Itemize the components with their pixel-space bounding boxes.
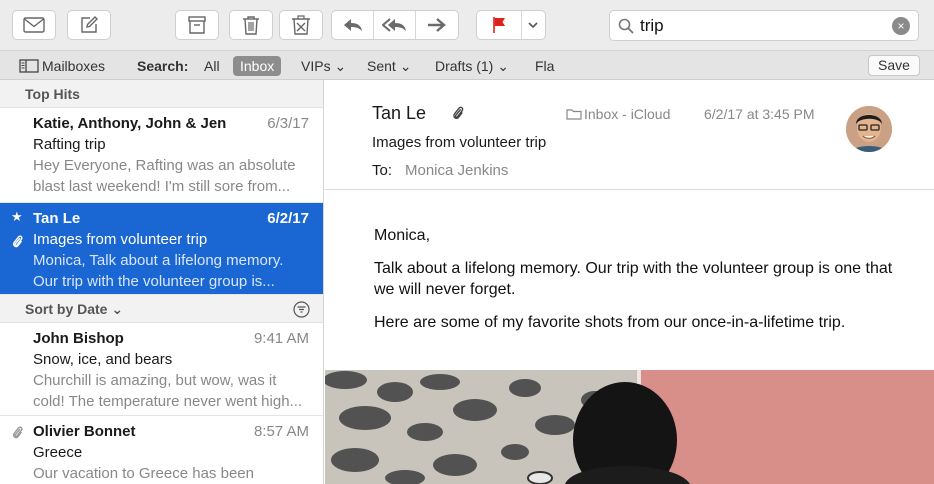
get-mail-button[interactable]: [12, 10, 56, 40]
scope-inbox[interactable]: Inbox: [233, 56, 282, 76]
flag-button[interactable]: [477, 11, 522, 39]
avatar: [846, 106, 892, 152]
archive-icon: [188, 16, 206, 34]
message-subject-header: Images from volunteer trip: [372, 134, 547, 151]
message-sender: Katie, Anthony, John & Jen: [33, 115, 227, 132]
archive-button[interactable]: [175, 10, 219, 40]
message-date: 9:41 AM: [253, 330, 309, 347]
reply-all-icon: [381, 18, 406, 32]
reply-icon: [343, 19, 362, 31]
message-row[interactable]: John Bishop 9:41 AM Snow, ice, and bears…: [0, 323, 323, 416]
top-hits-header: Top Hits: [0, 80, 323, 108]
top-hits-label: Top Hits: [25, 86, 80, 102]
message-preview: Churchill is amazing, but wow, was it co…: [33, 372, 303, 410]
body-paragraph: Talk about a lifelong memory. Our trip w…: [374, 260, 893, 298]
forward-button[interactable]: [416, 11, 458, 39]
to-label: To:: [372, 162, 393, 179]
message-row-selected[interactable]: ★ Tan Le 6/2/17 Images from volunteer tr…: [0, 203, 323, 295]
favorites-bar: Mailboxes Search: All Inbox VIPs ⌄ Sent …: [0, 50, 934, 80]
filter-icon[interactable]: [293, 301, 310, 318]
compose-button[interactable]: [67, 10, 111, 40]
compose-icon: [81, 16, 98, 33]
forward-icon: [428, 18, 446, 32]
message-sender: Olivier Bonnet: [33, 423, 136, 440]
folder-icon: [566, 109, 582, 120]
message-date: 8:57 AM: [253, 423, 309, 440]
message-sender: Tan Le: [33, 210, 81, 227]
message-preview: Monica, Talk about a lifelong memory. Ou…: [33, 252, 284, 290]
message-header: Tan Le Inbox - iCloud 6/2/17 at 3:45 PM …: [325, 80, 934, 190]
message-row[interactable]: Katie, Anthony, John & Jen 6/3/17 Raftin…: [0, 108, 323, 203]
attachment-icon[interactable]: [451, 105, 465, 121]
message-preview: Hey Everyone, Rafting was an absolute bl…: [33, 157, 296, 195]
mailboxes-label: Mailboxes: [42, 58, 106, 74]
envelope-icon: [23, 17, 45, 33]
trash-icon: [243, 16, 259, 35]
search-field[interactable]: trip ×: [609, 10, 919, 41]
greeting: Monica,: [374, 227, 431, 244]
message-viewer: Tan Le Inbox - iCloud 6/2/17 at 3:45 PM …: [325, 80, 934, 484]
sort-header: Sort by Date ⌄: [0, 295, 323, 323]
message-datetime: 6/2/17 at 3:45 PM: [704, 106, 815, 122]
search-input[interactable]: trip: [640, 16, 892, 36]
delete-button[interactable]: [229, 10, 273, 40]
attachment-icon: [12, 426, 23, 439]
mailboxes-button[interactable]: Mailboxes: [19, 56, 105, 76]
toolbar: trip ×: [0, 0, 934, 50]
message-preview: Our vacation to Greece has been: [33, 465, 254, 482]
attached-photo[interactable]: [325, 370, 934, 484]
recipient-name[interactable]: Monica Jenkins: [405, 162, 508, 179]
sort-by-date-menu[interactable]: Sort by Date ⌄: [25, 301, 123, 317]
mailbox-location: Inbox - iCloud: [584, 106, 671, 122]
star-icon: ★: [11, 209, 23, 224]
junk-icon: [292, 15, 310, 35]
clear-search-icon[interactable]: ×: [892, 16, 910, 35]
attachment-icon: [12, 235, 23, 248]
search-scope-label: Search:: [137, 58, 189, 74]
scope-flagged[interactable]: Fla: [535, 56, 554, 76]
search-icon: [618, 18, 634, 34]
scope-vips[interactable]: VIPs ⌄: [301, 56, 346, 76]
flag-menu-button[interactable]: [522, 11, 545, 39]
body-paragraph: Here are some of my favorite shots from …: [374, 314, 846, 331]
sidebar-icon: [19, 59, 39, 73]
reply-group: [331, 10, 459, 40]
message-subject: Rafting trip: [33, 136, 106, 153]
scope-all[interactable]: All: [204, 56, 220, 76]
junk-button[interactable]: [279, 10, 323, 40]
sender-name[interactable]: Tan Le: [372, 103, 426, 124]
flag-icon: [493, 17, 505, 33]
flag-group: [476, 10, 546, 40]
message-row[interactable]: Olivier Bonnet 8:57 AM Greece Our vacati…: [0, 416, 323, 484]
message-list: Top Hits Katie, Anthony, John & Jen 6/3/…: [0, 80, 324, 484]
reply-all-button[interactable]: [374, 11, 416, 39]
scope-drafts[interactable]: Drafts (1) ⌄: [435, 56, 509, 76]
message-date: 6/2/17: [267, 210, 309, 227]
reply-button[interactable]: [332, 11, 374, 39]
message-sender: John Bishop: [33, 330, 124, 347]
message-subject: Snow, ice, and bears: [33, 351, 173, 368]
scope-sent[interactable]: Sent ⌄: [367, 56, 411, 76]
message-subject: Greece: [33, 444, 83, 461]
message-subject: Images from volunteer trip: [33, 231, 208, 248]
message-body: Monica, Talk about a lifelong memory. Ou…: [374, 225, 914, 333]
message-date: 6/3/17: [267, 115, 309, 132]
save-search-button[interactable]: Save: [868, 55, 920, 76]
chevron-down-icon: [528, 21, 538, 28]
